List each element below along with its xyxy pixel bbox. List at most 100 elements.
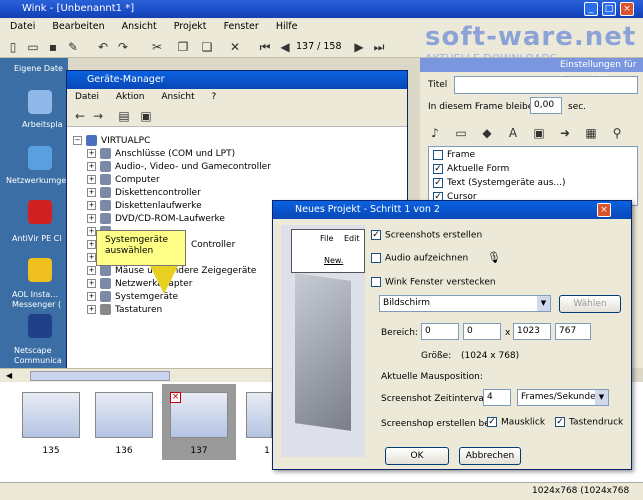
shape-icon[interactable]: ◆ <box>480 126 494 140</box>
minimize-button[interactable]: _ <box>584 2 598 16</box>
maximize-button[interactable]: □ <box>602 2 616 16</box>
preview-new: New. <box>324 256 344 265</box>
area-x-input[interactable]: 0 <box>421 323 459 340</box>
object-item-text[interactable]: ✓ Text (Systemgeräte aus...) <box>433 177 566 190</box>
tree-item[interactable]: + Anschlüsse (COM und LPT) <box>87 148 235 161</box>
chevron-down-icon[interactable]: ▼ <box>537 296 550 311</box>
back-icon[interactable]: ← <box>73 109 87 123</box>
watermark-logo: soft-ware.net <box>425 22 637 52</box>
dm-menu-help[interactable]: ? <box>211 92 216 102</box>
tree-item[interactable]: + Diskettencontroller <box>87 187 201 200</box>
cancel-button[interactable]: Abbrechen <box>459 447 521 465</box>
open-icon[interactable]: ▭ <box>26 40 40 54</box>
antivir-icon[interactable] <box>28 200 52 224</box>
choose-button[interactable]: Wählen <box>559 295 621 313</box>
computer-icon[interactable] <box>28 90 52 114</box>
wand-icon[interactable]: ✎ <box>66 40 80 54</box>
callout-box[interactable]: Systemgeräte auswählen <box>96 230 186 266</box>
mouse-position-label: Aktuelle Mausposition: <box>381 372 483 382</box>
last-frame-icon[interactable]: ⏭ <box>372 40 386 54</box>
audio-checkbox[interactable]: Audio aufzeichnen <box>371 253 468 264</box>
scroll-left-icon[interactable]: ◀ <box>6 371 16 381</box>
view-icon[interactable]: ▤ <box>117 109 131 123</box>
dm-menu-aktion[interactable]: Aktion <box>116 92 145 102</box>
preview-window: File Edit New. <box>291 229 365 273</box>
undo-icon[interactable]: ↶ <box>96 40 110 54</box>
stay-label: In diesem Frame bleiben <box>428 102 539 112</box>
device-manager-titlebar: Geräte-Manager <box>67 71 407 89</box>
netscape-icon[interactable] <box>28 314 52 338</box>
cut-icon[interactable]: ✂ <box>150 40 164 54</box>
menu-hilfe[interactable]: Hilfe <box>276 21 298 32</box>
source-select[interactable]: Bildschirm <box>379 295 551 312</box>
delete-frame-icon[interactable]: × <box>170 392 181 403</box>
object-item-frame[interactable]: Frame <box>433 149 475 162</box>
dialog-close-button[interactable]: × <box>597 203 611 217</box>
prev-frame-icon[interactable]: ◀ <box>278 40 292 54</box>
mouseclick-checkbox[interactable]: ✓ Mausklick <box>487 417 545 428</box>
dialog-preview-image: File Edit New. <box>281 225 365 457</box>
capture-label: Screenshop erstellen bei <box>381 419 493 429</box>
copy-icon[interactable]: ❐ <box>176 40 190 54</box>
button-icon[interactable]: ▣ <box>532 126 546 140</box>
callout-icon[interactable]: ▭ <box>454 126 468 140</box>
area-separator: x <box>505 328 511 338</box>
next-frame-icon[interactable]: ▶ <box>352 40 366 54</box>
interval-label: Screenshot Zeitintervall <box>381 394 489 404</box>
menu-bearbeiten[interactable]: Bearbeiten <box>52 21 104 32</box>
area-width-input[interactable]: 1023 <box>513 323 551 340</box>
desktop-icon-label: Netscape Communica <box>14 346 62 365</box>
menu-projekt[interactable]: Projekt <box>174 21 207 32</box>
frame-thumbnail-label: 136 <box>115 446 133 456</box>
menu-fenster[interactable]: Fenster <box>224 21 259 32</box>
tree-root[interactable]: − VIRTUALPC <box>73 135 150 148</box>
first-frame-icon[interactable]: ⏮ <box>258 40 272 54</box>
stay-unit: sec. <box>568 102 587 112</box>
ok-button[interactable]: OK <box>385 447 449 465</box>
arrow-icon[interactable]: ➜ <box>558 126 572 140</box>
tree-item[interactable]: + Computer <box>87 174 160 187</box>
save-icon[interactable]: ▪ <box>46 40 60 54</box>
hide-window-checkbox[interactable]: Wink Fenster verstecken <box>371 277 496 288</box>
menu-ansicht[interactable]: Ansicht <box>122 21 157 32</box>
frame-thumbnail[interactable] <box>246 392 272 438</box>
close-button[interactable]: × <box>620 2 634 16</box>
network-icon[interactable] <box>28 146 52 170</box>
stay-input[interactable]: 0,00 <box>530 97 562 114</box>
callout-arrow-icon <box>150 266 178 294</box>
tree-item[interactable]: + Audio-, Video- und Gamecontroller <box>87 161 271 174</box>
preview-stack <box>295 273 351 431</box>
title-input[interactable] <box>454 76 638 94</box>
paste-icon[interactable]: ❏ <box>200 40 214 54</box>
tree-item[interactable]: + Diskettenlaufwerke <box>87 200 202 213</box>
screenshots-checkbox[interactable]: ✓ Screenshots erstellen <box>371 230 482 241</box>
menu-datei[interactable]: Datei <box>10 21 35 32</box>
new-icon[interactable]: ▯ <box>6 40 20 54</box>
dm-menu-ansicht[interactable]: Ansicht <box>161 92 194 102</box>
link-icon[interactable]: ⚲ <box>610 126 624 140</box>
frame-settings-header: Einstellungen für Frame 137 <box>420 58 643 84</box>
text-icon[interactable]: A <box>506 126 520 140</box>
chevron-down-icon[interactable]: ▼ <box>595 390 608 405</box>
properties-icon[interactable]: ▣ <box>139 109 153 123</box>
object-item-form[interactable]: ✓ Aktuelle Form <box>433 163 509 176</box>
delete-icon[interactable]: ✕ <box>228 40 242 54</box>
forward-icon[interactable]: → <box>91 109 105 123</box>
dm-menu-datei[interactable]: Datei <box>75 92 99 102</box>
interval-input[interactable]: 4 <box>483 389 511 406</box>
size-label: Größe: <box>421 351 452 361</box>
image-icon[interactable]: ▦ <box>584 126 598 140</box>
frame-thumbnail[interactable] <box>22 392 80 438</box>
area-y-input[interactable]: 0 <box>463 323 501 340</box>
status-size: 1024x768 (1024x768 <box>532 486 630 496</box>
tree-item[interactable]: + Tastaturen <box>87 304 162 317</box>
keypress-checkbox[interactable]: ✓ Tastendruck <box>555 417 623 428</box>
area-height-input[interactable]: 767 <box>555 323 591 340</box>
tree-item[interactable]: + DVD/CD-ROM-Laufwerke <box>87 213 225 226</box>
aol-icon[interactable] <box>28 258 52 282</box>
dialog-title: Neues Projekt - Schritt 1 von 2 <box>295 204 440 215</box>
redo-icon[interactable]: ↷ <box>116 40 130 54</box>
frame-thumbnail[interactable] <box>95 392 153 438</box>
scroll-thumb[interactable] <box>30 371 170 381</box>
sound-icon[interactable]: ♪ <box>428 126 442 140</box>
